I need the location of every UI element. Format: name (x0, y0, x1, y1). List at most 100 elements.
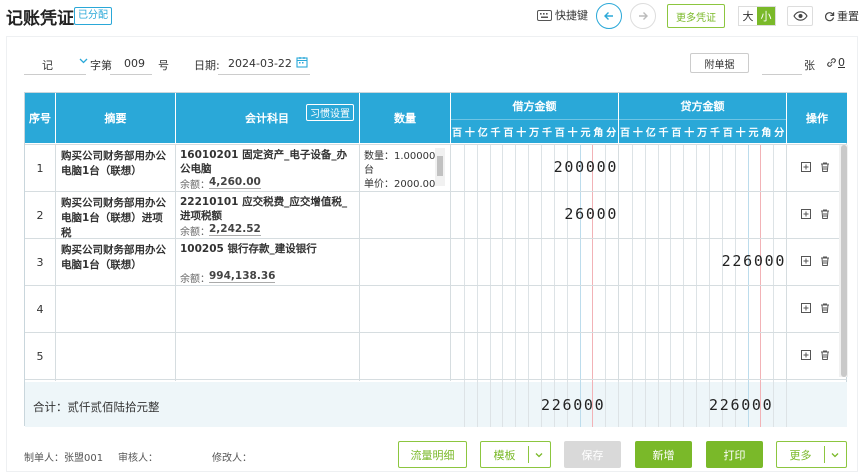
debit-digit-unit: 十 (567, 128, 578, 139)
col-header-account-label: 会计科目 (245, 112, 289, 125)
summary-cell[interactable]: 购买公司财务部用办公电脑1台（联想）进项税 (61, 196, 173, 241)
credit-amount[interactable]: 226000 (722, 252, 786, 270)
top-bar: 记账凭证 已分配 快捷键 更多凭证 大 小 重置 (0, 0, 864, 34)
row-number: 3 (36, 256, 44, 269)
credit-digit-unit: 百 (671, 128, 682, 139)
attach-count-input[interactable] (762, 74, 802, 75)
debit-digit-unit: 百 (452, 128, 462, 139)
preview-button[interactable] (787, 6, 813, 26)
zi-label: 字第 (90, 59, 112, 72)
eye-icon (792, 11, 808, 21)
debit-digit-unit: 万 (529, 128, 540, 139)
flow-detail-button[interactable]: 流量明细 (398, 441, 467, 468)
more-button[interactable]: 更多 (776, 441, 847, 468)
habit-settings-button[interactable]: 习惯设置 (306, 104, 354, 121)
row-actions (801, 209, 830, 219)
account-cell[interactable]: 16010201 固定资产_电子设备_办公电脑 (180, 148, 356, 176)
column-divider (55, 144, 56, 381)
voucher-type-select[interactable]: 记 (42, 57, 53, 73)
more-vouchers-button[interactable]: 更多凭证 (667, 4, 725, 28)
date-label: 日期: (194, 59, 220, 72)
credit-digit-unit: 角 (761, 128, 772, 139)
debit-digit-unit: 百 (503, 128, 514, 139)
column-divider (618, 144, 619, 381)
copy-row-icon[interactable] (801, 256, 811, 266)
debit-digit-unit: 千 (490, 128, 501, 139)
link-count: 0 (838, 56, 845, 69)
summary-cell[interactable]: 购买公司财务部用办公电脑1台（联想） (61, 149, 173, 179)
add-button[interactable]: 新增 (635, 441, 692, 468)
shortcut-button[interactable]: 快捷键 (537, 7, 588, 23)
trash-icon[interactable] (820, 303, 830, 313)
summary-cell[interactable]: 购买公司财务部用办公电脑1台（联想） (61, 243, 173, 273)
row-divider (25, 285, 847, 286)
quantity-line[interactable]: 数量：1.00000 (364, 150, 435, 164)
row-divider (25, 191, 847, 192)
column-divider (450, 144, 451, 381)
reset-label: 重置 (837, 10, 859, 23)
page-title: 记账凭证 (6, 9, 74, 29)
status-badge: 已分配 (74, 7, 112, 25)
row-divider (25, 144, 847, 145)
debit-digit-unit: 十 (516, 128, 527, 139)
row-number: 1 (36, 162, 44, 175)
font-size-toggle: 大 小 (738, 6, 776, 26)
debit-amount[interactable]: 26000 (564, 205, 618, 223)
row-number: 4 (36, 303, 44, 316)
credit-digit-unit: 亿 (645, 128, 656, 139)
prev-voucher-button[interactable] (596, 3, 622, 29)
debit-digit-unit: 百 (554, 128, 565, 139)
column-divider (786, 144, 787, 381)
maker-label: 制单人：张盟001 (24, 453, 104, 464)
copy-row-icon[interactable] (801, 303, 811, 313)
save-button[interactable]: 保存 (564, 441, 621, 468)
row-actions (801, 256, 830, 266)
col-header-seq: 序号 (25, 93, 55, 143)
balance-label: 余额： (180, 274, 210, 285)
size-large-option[interactable]: 大 (739, 7, 757, 25)
attach-docs-button[interactable]: 附单据 (690, 53, 749, 73)
reset-button[interactable]: 重置 (824, 8, 859, 24)
calendar-icon[interactable] (296, 56, 308, 71)
trash-icon[interactable] (820, 350, 830, 360)
account-cell[interactable]: 22210101 应交税费_应交增值税_进项税额 (180, 195, 356, 223)
modifier-label: 修改人： (212, 453, 252, 464)
credit-digit-unit: 元 (748, 128, 759, 139)
copy-row-icon[interactable] (801, 162, 811, 172)
trash-icon[interactable] (820, 162, 830, 172)
debit-amount[interactable]: 200000 (554, 158, 618, 176)
chevron-down-icon[interactable] (78, 55, 89, 69)
chevron-down-icon[interactable] (534, 450, 544, 460)
debit-digit-unit: 角 (593, 128, 604, 139)
debit-digit-unit: 亿 (477, 128, 488, 139)
next-voucher-button[interactable] (630, 3, 656, 29)
credit-digit-unit: 十 (735, 128, 746, 139)
total-credit: 226000 (709, 396, 774, 414)
quantity-scrollbar[interactable] (435, 148, 445, 186)
debit-digit-unit: 元 (580, 128, 591, 139)
chevron-down-icon[interactable] (830, 450, 840, 460)
print-button[interactable]: 打印 (706, 441, 763, 468)
trash-icon[interactable] (820, 256, 830, 266)
column-divider (175, 144, 176, 381)
row-number: 2 (36, 209, 44, 222)
voucher-number-input[interactable]: 009 (124, 57, 145, 70)
total-debit: 226000 (541, 396, 606, 414)
more-divider (824, 446, 825, 463)
copy-row-icon[interactable] (801, 350, 811, 360)
balance-value: 4,260.00 (209, 176, 261, 189)
date-input[interactable]: 2024-03-22 (228, 57, 292, 70)
size-small-option[interactable]: 小 (757, 7, 775, 25)
table-scrollbar[interactable] (839, 145, 848, 377)
voucher-type-underline (24, 74, 86, 75)
credit-digit-unit: 百 (722, 128, 733, 139)
trash-icon[interactable] (820, 209, 830, 219)
attachment-link[interactable]: 0 (826, 56, 845, 69)
copy-row-icon[interactable] (801, 209, 811, 219)
col-header-credit: 贷方金额 (619, 93, 786, 120)
quantity-price[interactable]: 单价：2000.00 (364, 178, 435, 188)
credit-digit-unit: 千 (709, 128, 720, 139)
template-button[interactable]: 模板 (480, 441, 551, 468)
col-header-ops: 操作 (787, 93, 847, 143)
account-cell[interactable]: 100205 银行存款_建设银行 (180, 242, 356, 256)
